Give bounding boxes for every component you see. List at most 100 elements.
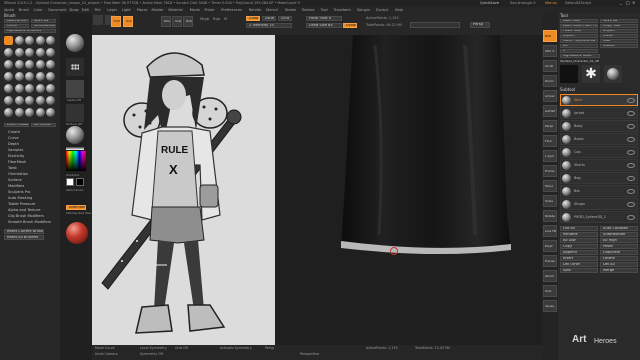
brush-subpalette-samples[interactable]: Samples <box>8 148 23 153</box>
shelf-aahalf-button[interactable]: AAHalf <box>543 105 557 117</box>
brush-thumbnail-icon[interactable] <box>25 48 34 57</box>
brush-thumbnail-icon[interactable] <box>46 36 55 45</box>
subtool-row[interactable]: Jacket <box>560 107 638 119</box>
brush-thumbnail-icon[interactable] <box>46 72 55 81</box>
visibility-eye-icon[interactable] <box>627 98 635 103</box>
subtool-append-button[interactable]: Append <box>560 250 598 255</box>
toolbar-search-field[interactable] <box>410 22 460 28</box>
menu-item-file[interactable]: File <box>95 8 101 12</box>
viewport-canvas[interactable] <box>275 35 542 345</box>
brush-thumbnail-icon[interactable] <box>25 72 34 81</box>
subtool-row[interactable]: Body <box>560 120 638 132</box>
reset-current-brush-button[interactable]: Reset Current Brush <box>4 229 44 234</box>
m-label[interactable]: M <box>224 17 227 22</box>
subtool-row[interactable]: Bag <box>560 172 638 184</box>
tool-paste-tool-button[interactable]: Paste Tool <box>560 29 598 33</box>
brush-thumbnail-icon[interactable] <box>46 108 55 117</box>
sphere-tool-icon[interactable] <box>604 65 622 83</box>
visibility-eye-icon[interactable] <box>627 202 635 207</box>
bottom-activate-symmetry[interactable]: Activate Symmetry <box>220 346 252 350</box>
tool-clone-button[interactable]: Clone <box>600 34 638 38</box>
clone-brush-button[interactable]: Clone <box>4 24 29 28</box>
shelf-rotate-button[interactable]: Rotate <box>543 210 557 222</box>
load-brush-button[interactable]: Load Brush <box>4 19 29 23</box>
lightbox-icon[interactable] <box>93 15 103 25</box>
brush-thumbnail-icon[interactable] <box>35 60 45 69</box>
focal-shift-slider[interactable]: Focal Shift 0 <box>306 16 342 21</box>
brush-thumbnail-icon[interactable] <box>14 48 24 57</box>
brush-thumbnail-icon[interactable] <box>35 108 45 117</box>
tool-copy-tool-button[interactable]: Copy Tool <box>600 24 638 28</box>
brush-thumbnail-icon[interactable] <box>14 108 24 117</box>
brush-thumbnail-icon[interactable] <box>46 60 55 69</box>
bottom-local-symmetry[interactable]: Local Symmetry <box>140 346 167 350</box>
shelf-scroll-button[interactable]: Scroll <box>543 60 557 72</box>
seethrough-slider[interactable]: See-through 0 <box>510 1 536 6</box>
menu-item-macro[interactable]: Macro <box>137 8 148 12</box>
subtool-merge-button[interactable]: Merge <box>600 268 638 273</box>
subtool-autoreorder-button[interactable]: AutoReorder <box>600 232 638 237</box>
menu-item-marker[interactable]: Marker <box>152 8 164 12</box>
menu-item-help[interactable]: Help <box>395 8 403 12</box>
tool-mode-edit-button[interactable]: Edit <box>111 16 121 27</box>
reset-all-brushes-button[interactable]: Reset All Brushes <box>4 235 44 240</box>
tool-import-button[interactable]: Import <box>600 29 638 33</box>
visibility-eye-icon[interactable] <box>627 176 635 181</box>
brush-thumbnail-icon[interactable] <box>14 60 24 69</box>
tool-mode-scale-button[interactable]: Scale <box>172 16 182 27</box>
visibility-eye-icon[interactable] <box>627 189 635 194</box>
subtool-rename-button[interactable]: Rename <box>560 232 598 237</box>
color-picker[interactable] <box>66 151 86 171</box>
gradient-icon[interactable] <box>66 146 84 150</box>
shelf-spix-3-button[interactable]: SPix 3 <box>543 45 557 57</box>
brush-thumbnail-icon[interactable] <box>46 84 55 93</box>
shelf-ghost-button[interactable]: Ghost <box>543 270 557 282</box>
menu-item-light[interactable]: Light <box>122 8 131 12</box>
menu-item-alpha[interactable]: Alpha <box>4 8 14 12</box>
brush-subpalette-clip-brush-modifiers[interactable]: Clip Brush Modifiers <box>8 214 44 219</box>
lightbox-tools-button[interactable]: Lightbox ▸ Tools <box>560 54 600 58</box>
shelf-transp-button[interactable]: Transp <box>543 255 557 267</box>
menu-item-material[interactable]: Material <box>168 8 182 12</box>
brush-thumbnail-icon[interactable] <box>25 36 34 45</box>
subtool-auto-collapse-button[interactable]: Auto Collapse <box>600 226 638 231</box>
brush-thumbnail-icon[interactable] <box>46 96 55 105</box>
menu-item-preferences[interactable]: Preferences <box>221 8 242 12</box>
subtool-row[interactable]: Shorts <box>560 159 638 171</box>
subtool-row[interactable]: Boots <box>560 133 638 145</box>
tool-save-as-button[interactable]: Save As <box>600 19 638 23</box>
bottom-undo-camera[interactable]: Undo Camera <box>95 352 118 356</box>
shelf-l-sym-button[interactable]: L.Sym <box>543 150 557 162</box>
subtool-split-button[interactable]: Split <box>560 268 598 273</box>
menu-item-draw[interactable]: Draw <box>69 8 78 12</box>
shelf-polyf-button[interactable]: PolyF <box>543 240 557 252</box>
brush-subpalette-tablet-pressure[interactable]: Tablet Pressure <box>8 202 35 207</box>
alpha-icon[interactable] <box>66 80 84 98</box>
shelf-xpose-button[interactable]: Xpose <box>543 300 557 312</box>
main-color-swatch[interactable] <box>66 178 74 186</box>
tool-goz-button[interactable]: GoZ <box>600 39 638 43</box>
brush-thumbnail-icon[interactable] <box>46 48 55 57</box>
brush-subpalette-alpha-and-texture[interactable]: Alpha and Texture <box>8 208 40 213</box>
menu-item-picker[interactable]: Picker <box>204 8 214 12</box>
bottom-perspective[interactable]: Perspective <box>300 352 319 356</box>
menu-item-transform[interactable]: Transform <box>333 8 350 12</box>
brush-thumbnail-icon[interactable] <box>25 96 34 105</box>
mrgb-label[interactable]: Mrgb <box>200 17 209 22</box>
menu-item-layer[interactable]: Layer <box>107 8 117 12</box>
shelf-line-fill-button[interactable]: Line Fill <box>543 225 557 237</box>
2d-model-button[interactable]: 2D Model <box>31 123 56 127</box>
menu-item-texture[interactable]: Texture <box>302 8 315 12</box>
tool-visible-button[interactable]: Visible <box>600 44 638 48</box>
menu-item-document[interactable]: Document <box>48 8 66 12</box>
brush-thumbnail-icon[interactable] <box>25 108 34 117</box>
subtool-delete-button[interactable]: Delete <box>600 256 638 261</box>
tool-mode-rotate-button[interactable]: Rotate <box>183 16 193 27</box>
select-brush-button[interactable]: SelectBrush <box>31 24 56 28</box>
zcut-button[interactable]: Zcut <box>278 16 292 21</box>
brush-thumbnail-icon[interactable] <box>4 84 13 93</box>
lightbox-brushes-button[interactable]: Lightbox ▸ Brushes <box>4 29 56 33</box>
bottom-persp[interactable]: Persp <box>265 346 274 350</box>
visibility-eye-icon[interactable] <box>627 124 635 129</box>
tool-make-polymesh3d-button[interactable]: Make PolyMesh3D <box>560 39 598 43</box>
